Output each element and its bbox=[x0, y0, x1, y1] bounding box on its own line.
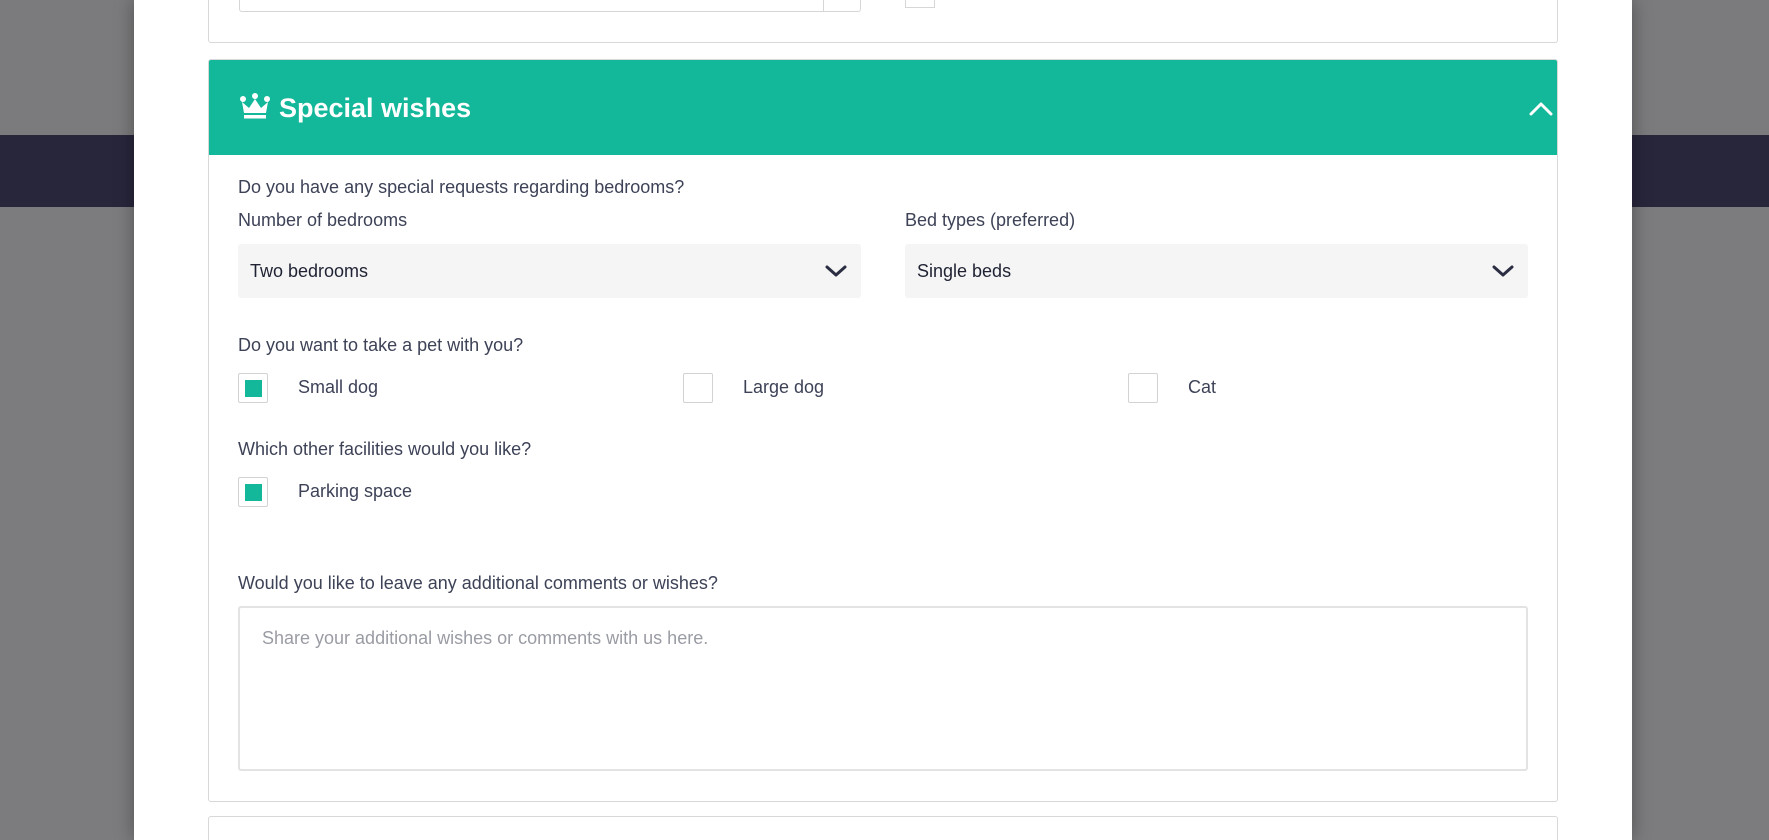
special-wishes-header[interactable]: Special wishes bbox=[209, 60, 1557, 155]
chevron-down-icon bbox=[1492, 265, 1514, 277]
parking-space-checkbox[interactable] bbox=[238, 477, 268, 507]
bedroom-count-value: Two bedrooms bbox=[250, 261, 369, 281]
special-wishes-card: Special wishes Do you have any special r… bbox=[208, 59, 1558, 802]
chevron-up-icon[interactable] bbox=[1529, 100, 1553, 116]
crown-icon bbox=[240, 93, 270, 119]
bedroom-count-select[interactable]: Two bedrooms bbox=[238, 244, 861, 298]
next-section-card bbox=[208, 816, 1558, 840]
large-dog-checkbox[interactable] bbox=[683, 373, 713, 403]
bedroom-count-label: Number of bedrooms bbox=[238, 210, 408, 230]
previous-section-checkbox[interactable] bbox=[905, 0, 935, 8]
section-title: Special wishes bbox=[279, 93, 472, 123]
large-dog-label[interactable]: Large dog bbox=[743, 376, 824, 398]
bed-type-label: Bed types (preferred) bbox=[905, 210, 1076, 230]
input-addon-divider bbox=[823, 0, 824, 11]
small-dog-checkbox[interactable] bbox=[238, 373, 268, 403]
small-dog-label[interactable]: Small dog bbox=[298, 376, 378, 398]
previous-section-input[interactable] bbox=[239, 0, 861, 12]
chevron-down-icon bbox=[825, 265, 847, 277]
cat-label[interactable]: Cat bbox=[1188, 376, 1216, 398]
bed-type-select[interactable]: Single beds bbox=[905, 244, 1528, 298]
checkbox-checked-mark bbox=[245, 380, 262, 397]
bedrooms-question: Do you have any special requests regardi… bbox=[238, 177, 685, 197]
facilities-question: Which other facilities would you like? bbox=[238, 439, 532, 459]
parking-space-label[interactable]: Parking space bbox=[298, 480, 412, 502]
booking-modal: Special wishes Do you have any special r… bbox=[134, 0, 1632, 840]
checkbox-checked-mark bbox=[245, 484, 262, 501]
comments-question: Would you like to leave any additional c… bbox=[238, 573, 718, 593]
cat-checkbox[interactable] bbox=[1128, 373, 1158, 403]
previous-section-card bbox=[208, 0, 1558, 43]
comments-textarea[interactable] bbox=[238, 606, 1528, 771]
pets-question: Do you want to take a pet with you? bbox=[238, 335, 524, 355]
bed-type-value: Single beds bbox=[917, 261, 1012, 281]
